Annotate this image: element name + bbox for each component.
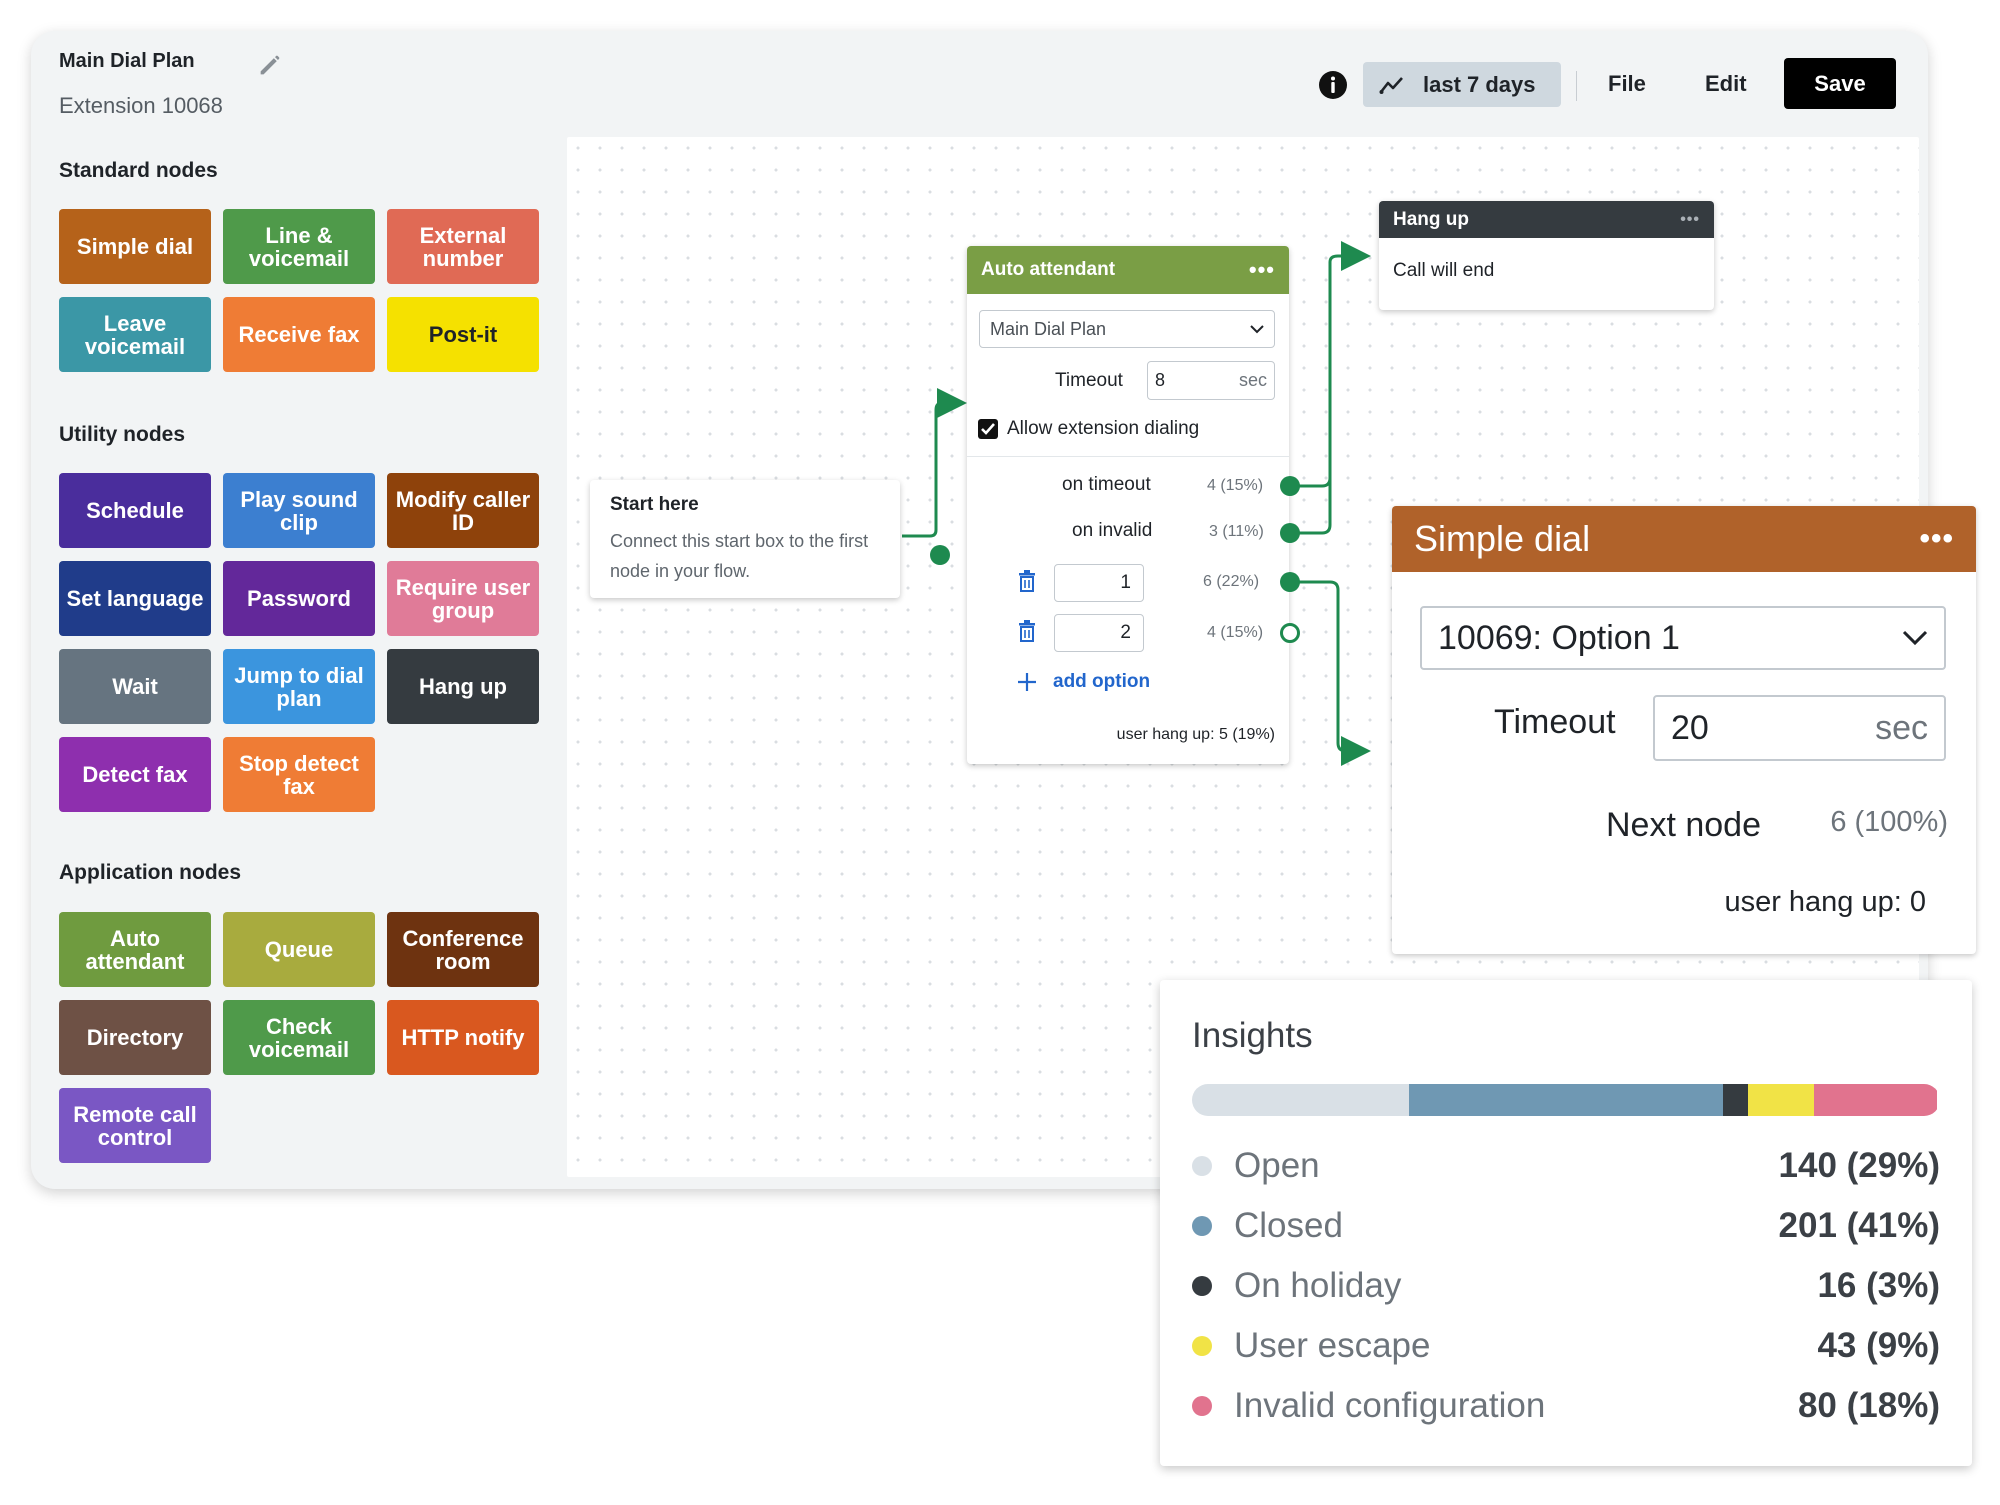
legend-dot	[1192, 1396, 1212, 1416]
trash-icon[interactable]	[1018, 570, 1036, 592]
insights-title: Insights	[1192, 1016, 1313, 1055]
connector-option1-to-simple-dial	[1290, 580, 1371, 766]
insights-label: Closed	[1234, 1206, 1343, 1245]
hang-up-node[interactable]: Hang up ••• Call will end	[1379, 201, 1714, 310]
chevron-down-icon	[1902, 630, 1928, 646]
insights-value: 43 (9%)	[1817, 1326, 1940, 1365]
sd-timeout-label: Timeout	[1494, 703, 1616, 741]
insights-stacked-bar	[1192, 1084, 1940, 1116]
destination-select-value: 10069: Option 1	[1438, 618, 1680, 657]
chevron-down-icon	[1250, 325, 1264, 334]
hang-up-title: Hang up	[1393, 208, 1469, 230]
option-2-count: 4 (15%)	[1207, 624, 1264, 641]
on-timeout-port[interactable]	[1280, 476, 1300, 496]
insights-row-closed: Closed 201 (41%)	[1192, 1204, 1940, 1248]
simple-dial-node[interactable]: Simple dial ••• 10069: Option 1 Timeout …	[1392, 506, 1976, 954]
option-2-port[interactable]	[1280, 623, 1300, 643]
sd-timeout-unit: sec	[1875, 708, 1928, 747]
aa-user-hangup: user hang up: 5 (19%)	[1116, 726, 1275, 743]
legend-dot	[1192, 1276, 1212, 1296]
insights-segment-closed	[1408, 1084, 1724, 1116]
connector-start-to-aa	[902, 388, 967, 538]
insights-panel: Insights Open 140 (29%) Closed 201 (41%) On …	[1160, 980, 1972, 1466]
insights-label: On holiday	[1234, 1266, 1402, 1305]
checkbox-checked-icon[interactable]	[977, 418, 999, 440]
on-timeout-label: on timeout	[1062, 474, 1151, 495]
insights-label: Invalid configuration	[1234, 1386, 1546, 1425]
insights-row-user-escape: User escape 43 (9%)	[1192, 1324, 1940, 1368]
start-node-title: Start here	[610, 494, 699, 515]
option-2-value: 2	[1120, 622, 1131, 643]
auto-attendant-title: Auto attendant	[981, 259, 1116, 280]
more-options-icon[interactable]: •••	[1249, 257, 1275, 283]
connector-invalid-to-hangup	[1290, 300, 1332, 535]
on-invalid-label: on invalid	[1072, 520, 1153, 541]
insights-row-on-holiday: On holiday 16 (3%)	[1192, 1264, 1940, 1308]
insights-segment-user-escape	[1747, 1084, 1814, 1116]
sd-timeout-input[interactable]: 20 sec	[1653, 695, 1946, 761]
insights-row-invalid-configuration: Invalid configuration 80 (18%)	[1192, 1384, 1940, 1428]
legend-dot	[1192, 1216, 1212, 1236]
allow-extension-label: Allow extension dialing	[1007, 418, 1200, 439]
legend-dot	[1192, 1336, 1212, 1356]
insights-segment-invalid-configuration	[1813, 1084, 1938, 1116]
next-node-label: Next node	[1606, 806, 1761, 844]
on-timeout-count: 4 (15%)	[1207, 477, 1264, 494]
more-options-icon[interactable]: •••	[1919, 522, 1954, 556]
plus-icon	[1018, 673, 1036, 691]
next-node-count: 6 (100%)	[1830, 806, 1948, 838]
option-2-input[interactable]: 2	[1054, 614, 1144, 652]
on-invalid-port[interactable]	[1280, 523, 1300, 543]
insights-label: Open	[1234, 1146, 1320, 1185]
auto-attendant-node[interactable]: Auto attendant ••• Main Dial Plan Timeou…	[967, 246, 1300, 764]
option-1-count: 6 (22%)	[1203, 573, 1260, 590]
dial-plan-select-value: Main Dial Plan	[990, 318, 1107, 339]
timeout-value: 8	[1155, 370, 1166, 390]
add-option-link[interactable]: add option	[1017, 671, 1150, 693]
divider	[967, 456, 1289, 457]
option-1-value: 1	[1120, 572, 1131, 593]
insights-value: 16 (3%)	[1817, 1266, 1940, 1305]
sd-user-hangup: user hang up: 0	[1724, 886, 1926, 918]
simple-dial-header[interactable]: Simple dial •••	[1392, 506, 1976, 572]
destination-select[interactable]: 10069: Option 1	[1420, 606, 1946, 670]
insights-label: User escape	[1234, 1326, 1431, 1365]
on-invalid-count: 3 (11%)	[1209, 523, 1264, 540]
insights-value: 201 (41%)	[1778, 1206, 1940, 1245]
sd-timeout-value: 20	[1671, 708, 1709, 747]
legend-dot	[1192, 1156, 1212, 1176]
option-1-port[interactable]	[1280, 572, 1300, 592]
start-node-description: Connect this start box to the first node…	[610, 531, 869, 581]
more-options-icon[interactable]: •••	[1680, 211, 1700, 229]
start-port	[930, 545, 950, 565]
simple-dial-title: Simple dial	[1414, 518, 1591, 559]
dial-plan-select[interactable]: Main Dial Plan	[979, 310, 1275, 348]
add-option-label: add option	[1053, 671, 1151, 692]
insights-segment-on-holiday	[1723, 1084, 1748, 1116]
trash-icon[interactable]	[1018, 620, 1036, 642]
hang-up-body: Call will end	[1393, 260, 1495, 281]
insights-row-open: Open 140 (29%)	[1192, 1144, 1940, 1188]
insights-value: 80 (18%)	[1797, 1386, 1940, 1425]
timeout-unit: sec	[1238, 370, 1267, 390]
start-node[interactable]: Start here Connect this start box to the…	[590, 480, 900, 598]
insights-segment-open	[1192, 1084, 1409, 1116]
hang-up-header[interactable]: Hang up •••	[1379, 201, 1714, 238]
insights-value: 140 (29%)	[1778, 1146, 1940, 1185]
auto-attendant-header[interactable]: Auto attendant •••	[967, 246, 1289, 294]
allow-extension-dialing[interactable]: Allow extension dialing	[977, 418, 1199, 440]
option-1-input[interactable]: 1	[1054, 564, 1144, 602]
connector-timeout-to-hangup	[1290, 241, 1371, 488]
timeout-input[interactable]: 8 sec	[1147, 361, 1275, 400]
timeout-label: Timeout	[1055, 370, 1123, 391]
